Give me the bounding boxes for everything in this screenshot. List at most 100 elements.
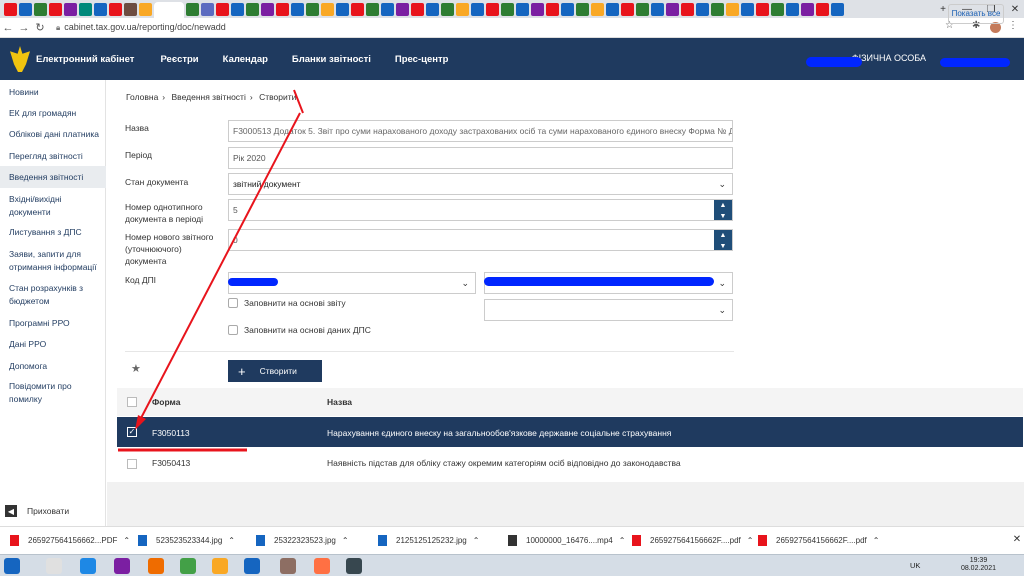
sidebar-item-requests[interactable]: Заяви, запити для отримання інформації	[9, 248, 104, 274]
browser-tab[interactable]	[471, 2, 484, 16]
browser-tab[interactable]	[216, 2, 229, 16]
itunes-icon[interactable]	[46, 558, 62, 574]
stepper-down-icon[interactable]: ▼	[714, 241, 732, 250]
browser-tab[interactable]	[291, 2, 304, 16]
fill-from-dps-checkbox[interactable]: Заповнити на основі даних ДПС	[228, 325, 371, 335]
forward-arrow-icon[interactable]: →	[16, 22, 32, 34]
browser-tab[interactable]	[561, 2, 574, 16]
browser-tab[interactable]	[4, 2, 17, 16]
period-field[interactable]: Рік 2020	[228, 147, 733, 169]
browser-tab[interactable]	[381, 2, 394, 16]
chevron-up-icon[interactable]: ⌃	[342, 536, 349, 545]
firefox-icon[interactable]	[148, 558, 164, 574]
create-button[interactable]: + Створити	[228, 360, 322, 382]
reload-icon[interactable]: ↻	[32, 21, 48, 34]
browser-tab[interactable]	[591, 2, 604, 16]
viber-icon[interactable]	[114, 558, 130, 574]
media-player-icon[interactable]	[314, 558, 330, 574]
sidebar-item-correspondence[interactable]: Листування з ДПС	[9, 226, 104, 239]
browser-tab[interactable]	[816, 2, 829, 16]
system-clock[interactable]: 19:39 08.02.2021	[961, 557, 996, 573]
column-header-form[interactable]: Форма	[152, 397, 180, 407]
browser-tab[interactable]	[336, 2, 349, 16]
browser-tab[interactable]	[49, 2, 62, 16]
browser-tab[interactable]	[516, 2, 529, 16]
sidebar-item-view-reports[interactable]: Перегляд звітності	[9, 150, 104, 163]
browser-tab[interactable]	[231, 2, 244, 16]
browser-tab[interactable]	[306, 2, 319, 16]
app-icon[interactable]	[346, 558, 362, 574]
breadcrumb-home[interactable]: Головна	[126, 92, 158, 102]
browser-tab[interactable]	[124, 2, 137, 16]
browser-tab[interactable]	[786, 2, 799, 16]
select-all-checkbox[interactable]	[127, 397, 137, 407]
browser-tab[interactable]	[186, 2, 199, 16]
row-checkbox[interactable]	[127, 459, 137, 469]
breadcrumb-enter-reports[interactable]: Введення звітності	[172, 92, 246, 102]
close-downloads-icon[interactable]: ✕	[1002, 530, 1024, 548]
browser-tab[interactable]	[546, 2, 559, 16]
stepper-up-icon[interactable]: ▲	[714, 200, 732, 211]
hide-sidebar-button[interactable]: ◀ Приховати	[5, 505, 69, 517]
browser-tab[interactable]	[651, 2, 664, 16]
browser-tab[interactable]	[726, 2, 739, 16]
browser-tab[interactable]	[576, 2, 589, 16]
browser-tab[interactable]	[411, 2, 424, 16]
browser-tab[interactable]	[246, 2, 259, 16]
back-arrow-icon[interactable]: ←	[0, 22, 16, 34]
show-all-downloads-button[interactable]: Показать все	[948, 4, 1004, 24]
browser-tab[interactable]	[681, 2, 694, 16]
word-icon[interactable]	[244, 558, 260, 574]
browser-tab[interactable]	[486, 2, 499, 16]
sidebar-item-in-out-docs[interactable]: Вхідні/вихідні документи	[9, 193, 104, 219]
edge-icon[interactable]	[80, 558, 96, 574]
browser-tab[interactable]	[94, 2, 107, 16]
chrome-icon[interactable]	[180, 558, 196, 574]
browser-tab[interactable]	[606, 2, 619, 16]
download-item[interactable]: 2125125125232.jpg ⌃	[378, 535, 479, 546]
sidebar-item-ek-citizens[interactable]: ЕК для громадян	[9, 107, 104, 120]
download-item[interactable]: 523523523344.jpg ⌃	[138, 535, 235, 546]
sidebar-item-budget-settlements[interactable]: Стан розрахунків з бюджетом	[9, 282, 104, 308]
sidebar-item-enter-reports[interactable]: Введення звітності	[0, 166, 106, 188]
browser-tab[interactable]	[696, 2, 709, 16]
explorer-folder-icon[interactable]	[212, 558, 228, 574]
browser-tab[interactable]	[139, 2, 152, 16]
sidebar-item-payer-data[interactable]: Облікові дані платника	[9, 128, 104, 141]
browser-tab[interactable]	[666, 2, 679, 16]
menu-kebab-icon[interactable]: ⋮	[1008, 20, 1018, 31]
browser-tab[interactable]	[741, 2, 754, 16]
browser-tab[interactable]	[636, 2, 649, 16]
fill-from-report-checkbox[interactable]: Заповнити на основі звіту	[228, 298, 346, 308]
browser-tab[interactable]	[426, 2, 439, 16]
sidebar-item-software-rro[interactable]: Програмні РРО	[9, 317, 104, 330]
chevron-up-icon[interactable]: ⌃	[747, 536, 754, 545]
row-checkbox-checked[interactable]: ✓	[127, 427, 137, 437]
browser-tab[interactable]	[831, 2, 844, 16]
chevron-up-icon[interactable]: ⌃	[123, 536, 130, 545]
browser-tab[interactable]	[261, 2, 274, 16]
report-source-select[interactable]: ⌄	[484, 299, 733, 321]
column-header-name[interactable]: Назва	[327, 397, 352, 407]
sidebar-item-help[interactable]: Допомога	[9, 360, 104, 373]
browser-tab[interactable]	[276, 2, 289, 16]
language-indicator[interactable]: UK	[910, 561, 920, 570]
browser-tab[interactable]	[351, 2, 364, 16]
checkbox-box[interactable]	[228, 298, 238, 308]
number-stepper[interactable]: ▲ ▼	[714, 230, 732, 250]
state-select[interactable]: звітний документ ⌄	[228, 173, 733, 195]
browser-tab[interactable]	[154, 2, 184, 18]
number-stepper[interactable]: ▲ ▼	[714, 200, 732, 220]
browser-tab[interactable]	[711, 2, 724, 16]
name-field[interactable]: F3000513 Додаток 5. Звіт про суми нарахо…	[228, 120, 733, 142]
browser-tab[interactable]	[396, 2, 409, 16]
download-item[interactable]: 265927564156662F....pdf ⌃	[758, 535, 879, 546]
star-favorite-icon[interactable]: ★	[131, 362, 141, 375]
browser-tab[interactable]	[801, 2, 814, 16]
nav-registries[interactable]: Реєстри	[160, 54, 198, 65]
table-row[interactable]: F3050413 Наявність підстав для обліку ст…	[117, 449, 1023, 479]
brand-title[interactable]: Електронний кабінет	[36, 54, 134, 65]
nav-report-forms[interactable]: Бланки звітності	[292, 54, 371, 65]
checkbox-box[interactable]	[228, 325, 238, 335]
start-button-icon[interactable]	[4, 558, 20, 574]
